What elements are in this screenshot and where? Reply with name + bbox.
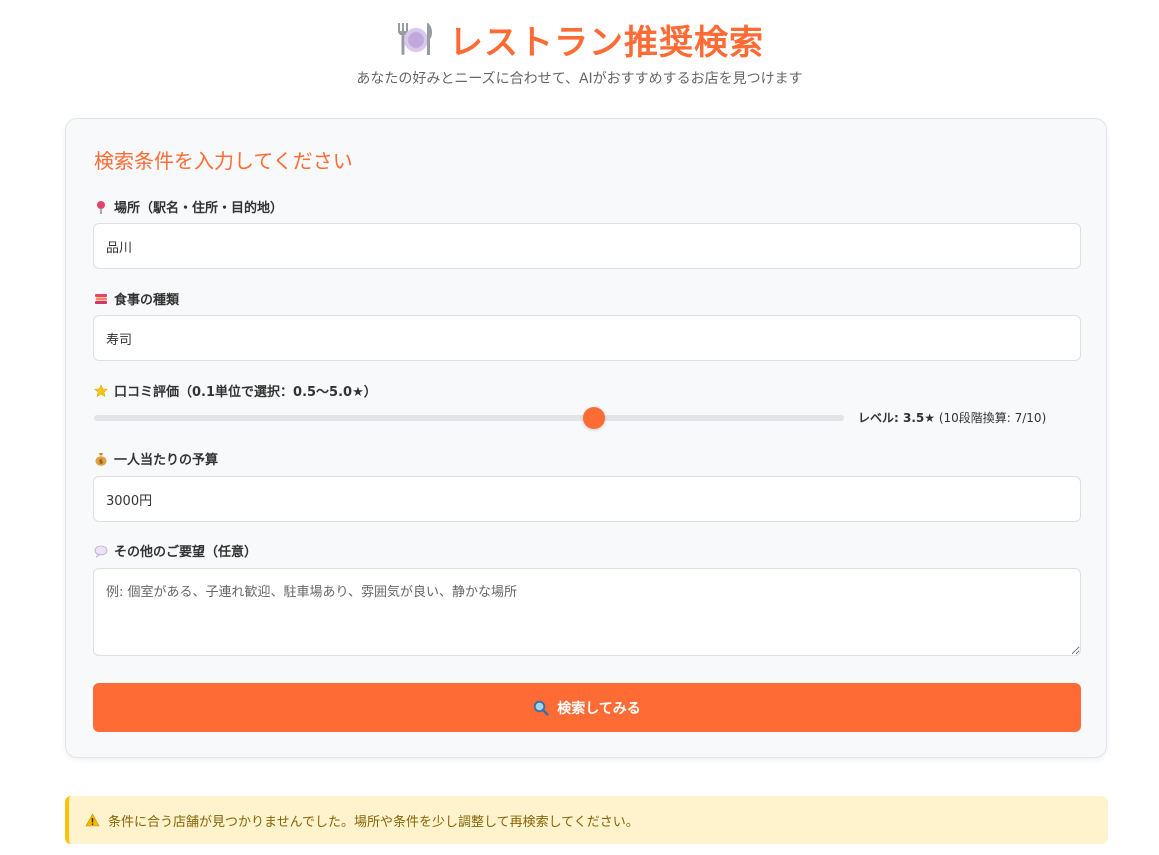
page: レストラン推奨検索 あなたの好みとニーズに合わせて、AIがおすすめするお店を見つ… — [0, 0, 1159, 855]
budget-label: $ 一人当たりの予算 — [94, 449, 218, 468]
star-icon — [94, 383, 108, 397]
no-results-alert: 条件に合う店舗が見つかりませんでした。場所や条件を少し調整して再検索してください… — [65, 796, 1108, 844]
rating-readout: レベル: 3.5★ (10段階換算: 7/10) — [858, 409, 1046, 426]
page-subtitle: あなたの好みとニーズに合わせて、AIがおすすめするお店を見つけます — [356, 71, 803, 87]
rating-readout-prefix: レベル: — [858, 411, 903, 425]
search-button[interactable]: 検索してみる — [93, 683, 1081, 732]
location-input[interactable] — [93, 223, 1081, 269]
budget-input[interactable] — [93, 476, 1081, 522]
alert-message: 条件に合う店舗が見つかりませんでした。場所や条件を少し調整して再検索してください… — [108, 814, 639, 830]
warning-icon — [85, 813, 100, 827]
rating-readout-suffix: (10段階換算: 7/10) — [935, 411, 1047, 425]
requests-label-text: その他のご要望（任意） — [114, 545, 258, 560]
speech-bubble-icon — [94, 545, 108, 558]
rating-slider-track[interactable] — [94, 407, 844, 429]
location-label-text: 場所（駅名・住所・目的地） — [114, 201, 284, 216]
requests-label: その他のご要望（任意） — [94, 541, 257, 560]
money-bag-icon: $ — [95, 452, 107, 466]
rating-slider-thumb[interactable] — [583, 407, 605, 429]
requests-textarea[interactable] — [93, 568, 1081, 656]
page-title: レストラン推奨検索 — [449, 22, 764, 63]
cuisine-input[interactable] — [93, 315, 1081, 361]
header: レストラン推奨検索 あなたの好みとニーズに合わせて、AIがおすすめするお店を見つ… — [0, 14, 1159, 88]
pin-icon — [97, 200, 105, 214]
search-form-card: 検索条件を入力してください 場所（駅名・住所・目的地） 食事の種類 — [65, 118, 1107, 758]
rating-label: 口コミ評価（0.1単位で選択：0.5〜5.0★） — [94, 381, 377, 400]
books-icon — [95, 293, 107, 304]
search-button-label: 検索してみる — [557, 700, 641, 717]
cuisine-label: 食事の種類 — [94, 289, 179, 308]
budget-label-text: 一人当たりの予算 — [114, 453, 219, 468]
form-heading: 検索条件を入力してください — [94, 149, 353, 173]
location-label: 場所（駅名・住所・目的地） — [94, 197, 283, 216]
title-row: レストラン推奨検索 — [0, 14, 1159, 64]
cuisine-label-text: 食事の種類 — [114, 293, 180, 308]
plate-with-cutlery-icon — [398, 23, 433, 55]
svg-text:$: $ — [99, 458, 103, 465]
magnifier-icon — [534, 700, 549, 716]
rating-readout-value: 3.5★ — [902, 411, 935, 425]
rating-label-text: 口コミ評価（0.1単位で選択：0.5〜5.0★） — [114, 385, 377, 400]
